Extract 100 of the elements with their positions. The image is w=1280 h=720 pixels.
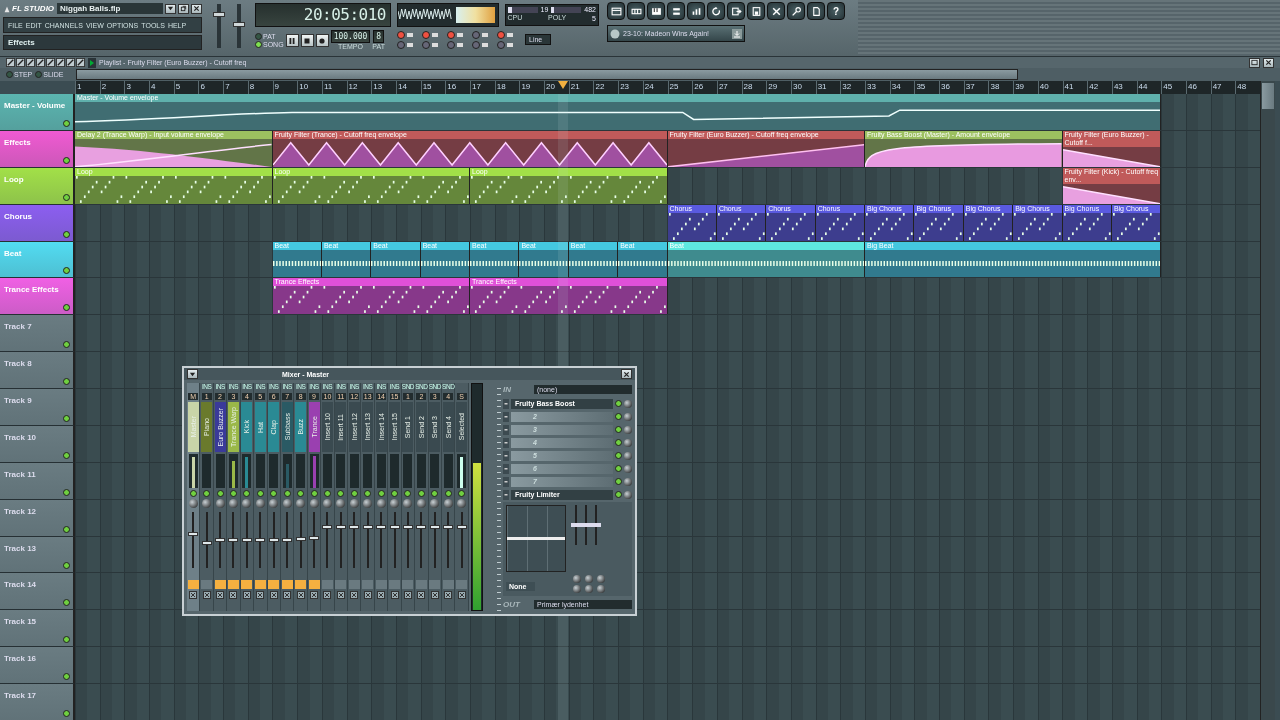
fx-icon[interactable] xyxy=(296,591,305,599)
fx-icon[interactable] xyxy=(216,591,225,599)
track-led[interactable] xyxy=(63,636,70,644)
tempo-display[interactable]: 100.000 xyxy=(330,30,371,43)
strip-led[interactable] xyxy=(458,490,466,497)
fx-icon[interactable] xyxy=(350,591,359,599)
strip-led[interactable] xyxy=(350,490,358,497)
strip-led[interactable] xyxy=(243,490,251,497)
strip-led[interactable] xyxy=(256,490,264,497)
strip-led[interactable] xyxy=(229,490,237,497)
horizontal-scrollbar[interactable] xyxy=(76,69,1018,80)
track-header[interactable]: Track 15 xyxy=(0,610,75,648)
strip-led[interactable] xyxy=(216,490,224,497)
strip-led[interactable] xyxy=(444,490,452,497)
slot-menu-icon[interactable] xyxy=(503,424,509,435)
fx-icon[interactable] xyxy=(269,591,278,599)
strip-led[interactable] xyxy=(364,490,372,497)
fx-icon[interactable] xyxy=(283,591,292,599)
close-button[interactable] xyxy=(191,3,202,14)
toolbar-button[interactable] xyxy=(687,2,705,20)
track-led[interactable] xyxy=(63,451,70,459)
track-led[interactable] xyxy=(63,304,70,312)
track-led[interactable] xyxy=(63,599,70,607)
slot-menu-icon[interactable] xyxy=(503,437,509,448)
slot-led[interactable] xyxy=(615,413,622,420)
pattern-display[interactable]: 8 xyxy=(373,30,385,43)
track-led[interactable] xyxy=(63,525,70,533)
fx-icon[interactable] xyxy=(363,591,372,599)
toolbar-button[interactable] xyxy=(767,2,785,20)
fx-icon[interactable] xyxy=(242,591,251,599)
toolbar-button[interactable] xyxy=(667,2,685,20)
track-header[interactable]: Chorus xyxy=(0,204,75,242)
fx-icon[interactable] xyxy=(256,591,265,599)
route-button[interactable] xyxy=(227,580,239,589)
slot-menu-icon[interactable] xyxy=(503,411,509,422)
slot-menu-icon[interactable] xyxy=(503,450,509,461)
help-button[interactable]: ? xyxy=(827,2,845,20)
fx-icon[interactable] xyxy=(444,591,453,599)
fx-icon[interactable] xyxy=(390,591,399,599)
track-header[interactable]: Track 7 xyxy=(0,315,75,353)
track-led[interactable] xyxy=(63,709,70,717)
toolbar-button[interactable] xyxy=(807,2,825,20)
track-header[interactable]: Track 16 xyxy=(0,647,75,684)
strip-led[interactable] xyxy=(323,490,331,497)
route-button[interactable] xyxy=(308,580,320,589)
slot-led[interactable] xyxy=(615,400,622,407)
toolbar-button[interactable] xyxy=(647,2,665,20)
strip-led[interactable] xyxy=(404,490,412,497)
strip-led[interactable] xyxy=(270,490,278,497)
strip-led[interactable] xyxy=(337,490,345,497)
route-button[interactable] xyxy=(254,580,266,589)
slot-menu-icon[interactable] xyxy=(503,398,509,409)
toolbar-button[interactable] xyxy=(747,2,765,20)
toolbar-button[interactable] xyxy=(707,2,725,20)
track-led[interactable] xyxy=(63,673,70,680)
fx-icon[interactable] xyxy=(403,591,412,599)
track-header[interactable]: Track 9 xyxy=(0,389,75,426)
fx-icon[interactable] xyxy=(189,591,198,599)
track-led[interactable] xyxy=(63,488,70,496)
fx-icon[interactable] xyxy=(229,591,238,599)
fx-icon[interactable] xyxy=(336,591,345,599)
maximize-button[interactable] xyxy=(1249,57,1260,68)
arrow-icon[interactable] xyxy=(88,57,96,68)
strip-led[interactable] xyxy=(283,490,291,497)
track-led[interactable] xyxy=(63,414,70,422)
strip-led[interactable] xyxy=(417,490,425,497)
slot-led[interactable] xyxy=(615,439,622,446)
timeline-ruler[interactable]: 1 2 3 4 5 6 7 8 9 10 11 12 13 14 15 16 17 18 19 20 21 22 23 24 25 26 27 28 29 30 31 32 33 34 35 36 37 38 39 40 41 42 43 44 45 46 47 48 xyxy=(75,81,1260,94)
track-header[interactable]: Track 17 xyxy=(0,684,75,720)
track-led[interactable] xyxy=(63,119,70,127)
strip-led[interactable] xyxy=(391,490,399,497)
toolbar-button[interactable] xyxy=(727,2,745,20)
fx-icon[interactable] xyxy=(430,591,439,599)
slot-led[interactable] xyxy=(615,452,622,459)
fx-icon[interactable] xyxy=(310,591,318,599)
track-header[interactable]: Trance Effects xyxy=(0,278,75,316)
fx-icon[interactable] xyxy=(457,591,466,599)
strip-led[interactable] xyxy=(297,490,305,497)
slot-menu-icon[interactable] xyxy=(503,476,509,487)
close-button[interactable] xyxy=(621,369,632,379)
track-header[interactable]: Track 10 xyxy=(0,425,75,463)
track-led[interactable] xyxy=(63,378,70,385)
restore-button[interactable] xyxy=(178,3,189,14)
track-led[interactable] xyxy=(63,267,70,275)
track-header[interactable]: Track 14 xyxy=(0,573,75,611)
route-button[interactable] xyxy=(268,580,280,589)
route-button[interactable] xyxy=(295,580,307,589)
minimize-button[interactable] xyxy=(165,3,176,14)
slot-menu-icon[interactable] xyxy=(503,489,509,500)
track-led[interactable] xyxy=(63,562,70,570)
track-led[interactable] xyxy=(63,156,70,164)
menu-button[interactable] xyxy=(187,369,198,379)
toolbar-button[interactable] xyxy=(627,2,645,20)
strip-led[interactable] xyxy=(203,490,211,497)
track-header[interactable]: Track 11 xyxy=(0,462,75,500)
fx-icon[interactable] xyxy=(323,591,332,599)
track-led[interactable] xyxy=(63,193,70,201)
track-led[interactable] xyxy=(63,341,70,349)
track-header[interactable]: Track 12 xyxy=(0,499,75,537)
strip-led[interactable] xyxy=(377,490,385,497)
